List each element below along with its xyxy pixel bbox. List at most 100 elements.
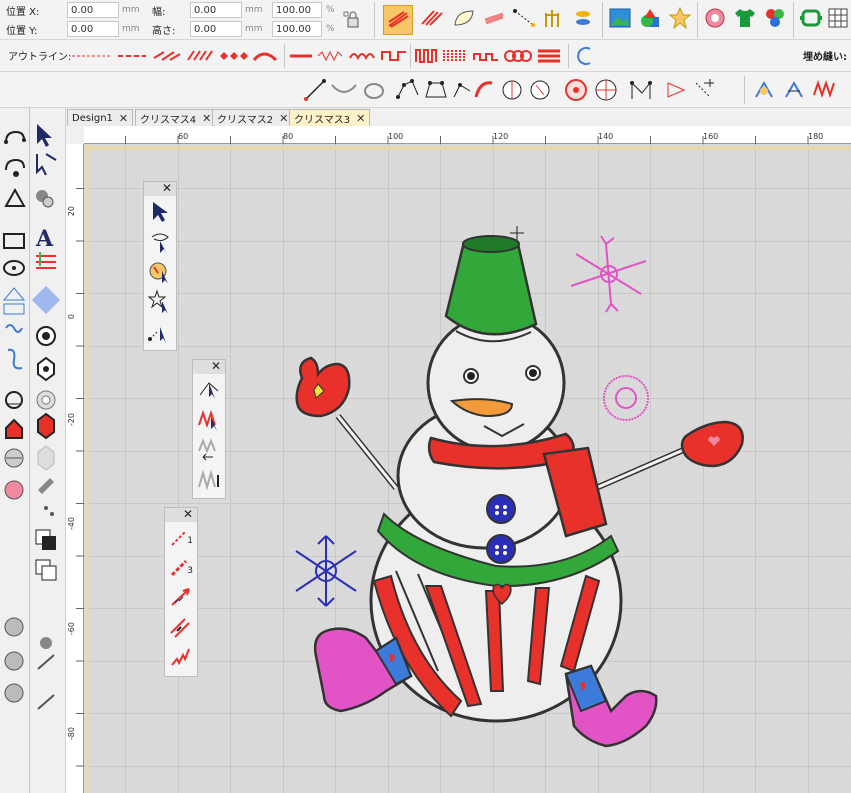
star-shape-icon[interactable] xyxy=(666,5,694,31)
close-icon[interactable]: ✕ xyxy=(211,359,221,373)
running-stitch-icon[interactable] xyxy=(509,5,539,31)
pos-x-unit: mm xyxy=(122,5,140,15)
tab-design1[interactable]: Design1 ✕ xyxy=(67,109,134,126)
property-bar: 位置 X: mm 位置 Y: mm 幅: mm 高さ: mm % % xyxy=(0,0,851,40)
color-wheel-icon[interactable] xyxy=(760,5,790,31)
height-field[interactable] xyxy=(190,21,242,37)
design-canvas[interactable] xyxy=(66,126,851,793)
shapes-icon[interactable] xyxy=(636,5,664,31)
tab-christmas2[interactable]: クリスマス2 ✕ xyxy=(212,109,294,126)
width-percent-field[interactable] xyxy=(272,2,322,18)
line-1-label: 1 xyxy=(187,536,193,546)
outline-label: アウトライン: xyxy=(8,52,72,63)
outline-styles-2[interactable] xyxy=(288,46,408,66)
ruler-v-label: -80 xyxy=(67,727,76,741)
tshirt-icon[interactable] xyxy=(730,5,760,31)
close-icon[interactable]: ✕ xyxy=(119,112,128,125)
outline-toolbar: アウトライン: 埋め縫い: xyxy=(0,40,851,72)
ruler-v-label: 20 xyxy=(67,206,76,217)
ruler-v-label: -60 xyxy=(67,622,76,636)
ruler-h-label: 100 xyxy=(388,132,404,141)
height-percent-unit: % xyxy=(326,24,335,34)
tab-label: クリスマス2 xyxy=(217,114,274,126)
ruler-h-label: 160 xyxy=(703,132,719,141)
satin-fill-icon[interactable] xyxy=(417,5,447,31)
ruler-v-label: -40 xyxy=(67,517,76,531)
ruler-v-label: -20 xyxy=(67,413,76,427)
line-tools-panel: ✕ 1 3 xyxy=(164,507,198,677)
image-import-icon[interactable] xyxy=(606,5,634,31)
stitch-edit-icon[interactable] xyxy=(193,464,225,494)
ruler-h-label: 120 xyxy=(493,132,509,141)
pos-y-field[interactable] xyxy=(67,21,119,37)
width-field[interactable] xyxy=(190,2,242,18)
paint-select-icon[interactable] xyxy=(144,256,176,286)
lasso-select-icon[interactable] xyxy=(144,226,176,256)
line-3-icon[interactable]: 3 xyxy=(165,552,197,582)
outline-styles-3[interactable] xyxy=(414,46,564,66)
lock-ratio-icon[interactable] xyxy=(340,7,366,33)
stitch-tools-lower[interactable] xyxy=(2,613,62,723)
edit-toolbar xyxy=(0,72,851,108)
panel-header[interactable]: ✕ xyxy=(165,507,197,522)
left-toolbar: A xyxy=(0,108,66,793)
width-percent-unit: % xyxy=(326,5,335,15)
applique-icon[interactable] xyxy=(700,5,730,31)
close-icon[interactable]: ✕ xyxy=(279,112,288,125)
star-select-icon[interactable] xyxy=(144,286,176,316)
svg-text:A: A xyxy=(35,226,54,252)
ruler-h-label: 80 xyxy=(283,132,294,141)
close-icon[interactable]: ✕ xyxy=(183,507,193,521)
height-percent-field[interactable] xyxy=(272,21,322,37)
edit-node-icon[interactable] xyxy=(193,374,225,404)
point-select-icon[interactable] xyxy=(144,316,176,346)
pos-x-label: 位置 X: xyxy=(6,7,40,18)
pos-y-label: 位置 Y: xyxy=(6,26,38,37)
tab-christmas3[interactable]: クリスマス3 ✕ xyxy=(289,109,371,126)
select-tools-panel: ✕ xyxy=(143,181,177,351)
ruler-v-label: 0 xyxy=(67,314,76,320)
pos-y-unit: mm xyxy=(122,24,140,34)
outline-styles[interactable] xyxy=(70,46,280,66)
outline-curve-icon[interactable] xyxy=(572,43,598,69)
fill-label: 埋め縫い: xyxy=(803,52,847,63)
ruler-h-label: 60 xyxy=(178,132,189,141)
tab-christmas4[interactable]: クリスマス4 ✕ xyxy=(135,109,217,126)
close-icon[interactable]: ✕ xyxy=(202,112,211,125)
hoop-icon[interactable] xyxy=(797,5,825,31)
stitch-select-icon[interactable] xyxy=(193,404,225,434)
tab-label: クリスマス4 xyxy=(140,114,197,126)
stitch-edit-panel: ✕ xyxy=(192,359,226,499)
width-label: 幅: xyxy=(152,7,166,18)
close-icon[interactable]: ✕ xyxy=(356,112,365,125)
draw-tools-col1[interactable] xyxy=(2,128,28,508)
panel-header[interactable]: ✕ xyxy=(193,359,225,374)
pos-x-field[interactable] xyxy=(67,2,119,18)
motif-stitch-icon[interactable] xyxy=(539,5,569,31)
fish-motif-icon[interactable] xyxy=(569,5,599,31)
grid-toggle-icon[interactable] xyxy=(825,5,851,31)
select-arrow-icon[interactable] xyxy=(144,196,176,226)
edit-tools-strip[interactable] xyxy=(300,77,740,103)
height-label: 高さ: xyxy=(152,26,176,37)
tab-label: クリスマス3 xyxy=(294,114,351,126)
stitch-move-icon[interactable] xyxy=(193,434,225,464)
fill-stitch-icon[interactable] xyxy=(479,5,509,31)
ruler-h-label: 180 xyxy=(808,132,824,141)
arrow-line-icon[interactable] xyxy=(165,582,197,612)
vertical-ruler xyxy=(66,126,84,793)
double-line-icon[interactable] xyxy=(165,612,197,642)
panel-header[interactable]: ✕ xyxy=(144,181,176,196)
zigzag-line-icon[interactable] xyxy=(165,642,197,672)
satin-stitch-icon[interactable] xyxy=(383,5,413,35)
draw-tools-col2[interactable]: A xyxy=(32,120,62,590)
leaf-shape-icon[interactable] xyxy=(449,5,479,31)
fill-tools-strip[interactable] xyxy=(750,77,850,103)
ruler-h-label: 140 xyxy=(598,132,614,141)
width-unit: mm xyxy=(245,5,263,15)
line-1-icon[interactable]: 1 xyxy=(165,522,197,552)
close-icon[interactable]: ✕ xyxy=(162,181,172,195)
height-unit: mm xyxy=(245,24,263,34)
line-3-label: 3 xyxy=(187,566,193,576)
tab-label: Design1 xyxy=(72,112,113,124)
